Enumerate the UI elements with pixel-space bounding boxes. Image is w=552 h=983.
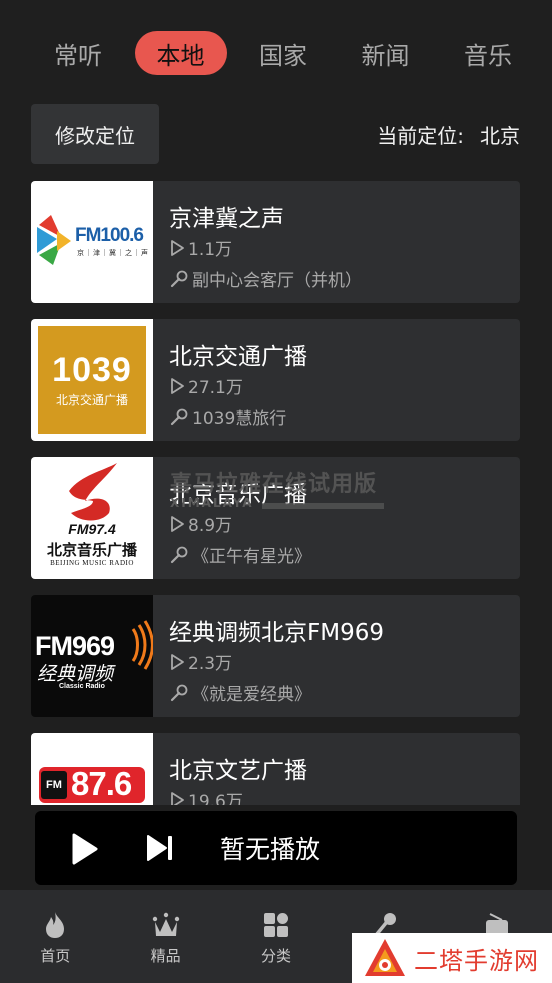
play-count: 27.1万 (169, 373, 243, 398)
microphone-icon (170, 408, 188, 425)
station-logo: 1039 北京交通广播 (31, 319, 153, 441)
logo-badge-text: FM (41, 771, 67, 799)
flame-icon (46, 912, 65, 938)
category-grid-icon (263, 913, 288, 937)
nav-label: 分类 (260, 947, 291, 965)
nav-premium[interactable]: 精品 (110, 890, 220, 983)
station-card[interactable]: FM 87.6 北京文艺广播 19.6万 (31, 733, 520, 805)
tab-music[interactable]: 音乐 (442, 31, 530, 75)
nav-label: 精品 (150, 947, 181, 965)
station-title: 京津冀之声 (169, 206, 284, 232)
play-count: 1.1万 (169, 235, 232, 260)
logo-sub-text: 北京交通广播 (55, 393, 128, 407)
location-row: 修改定位 当前定位: 北京 (31, 104, 520, 164)
host-line: 《就是爱经典》 (169, 680, 311, 705)
site-watermark-badge: 二塔手游网 (352, 933, 552, 983)
logo-main-text: 87.6 (71, 765, 132, 802)
skip-next-icon[interactable] (145, 833, 175, 863)
microphone-icon (170, 270, 188, 287)
category-tabs: 常听 本地 国家 新闻 音乐 (30, 30, 530, 76)
host-line: 1039慧旅行 (169, 404, 286, 429)
station-card[interactable]: FM969 经典调频 Classic Radio 经典调频北京FM969 2.3… (31, 595, 520, 717)
player-status: 暂无播放 (220, 835, 321, 864)
site-name: 二塔手游网 (414, 946, 539, 975)
mini-player[interactable]: 暂无播放 (35, 811, 517, 885)
logo-main-text: 1039 (52, 351, 132, 389)
nav-home[interactable]: 首页 (0, 890, 110, 983)
logo-sub-text: 经典调频 (37, 663, 114, 685)
logo-sub-text: 北京音乐广播 (46, 541, 137, 559)
station-list[interactable]: FM100.6 京｜津｜冀｜之｜声 京津冀之声 1.1万 副中心会客厅（并机） … (31, 181, 520, 805)
play-outline-icon (171, 791, 184, 805)
tab-local[interactable]: 本地 (134, 31, 227, 75)
crown-icon (152, 912, 179, 936)
site-logo-icon (365, 939, 405, 976)
play-count: 2.3万 (169, 649, 232, 674)
logo-sub-text: 京｜津｜冀｜之｜声 (77, 249, 149, 257)
tab-national[interactable]: 国家 (237, 31, 329, 75)
station-title: 经典调频北京FM969 (169, 620, 384, 646)
station-card[interactable]: FM100.6 京｜津｜冀｜之｜声 京津冀之声 1.1万 副中心会客厅（并机） (31, 181, 520, 303)
station-card[interactable]: 1039 北京交通广播 北京交通广播 27.1万 1039慧旅行 (31, 319, 520, 441)
logo-sub2-text: Classic Radio (59, 683, 105, 690)
play-icon[interactable] (65, 831, 101, 867)
station-title: 北京交通广播 (169, 344, 307, 370)
current-location-value: 北京 (480, 123, 520, 148)
logo-sub2-text: BEIJING MUSIC RADIO (50, 559, 134, 567)
station-card[interactable]: FM97.4 北京音乐广播 BEIJING MUSIC RADIO 北京音乐广播… (31, 457, 520, 579)
play-outline-icon (171, 239, 184, 256)
station-title: 北京音乐广播 (169, 482, 307, 508)
host-line: 副中心会客厅（并机） (169, 266, 362, 291)
current-location: 当前定位: 北京 (377, 104, 520, 164)
logo-main-text: FM100.6 (75, 225, 144, 246)
host-line: 《正午有星光》 (169, 542, 311, 567)
tab-frequent[interactable]: 常听 (30, 31, 124, 75)
microphone-icon (170, 546, 188, 563)
microphone-icon (170, 684, 188, 701)
logo-main-text: FM97.4 (68, 521, 116, 537)
station-logo: FM100.6 京｜津｜冀｜之｜声 (31, 181, 153, 303)
current-location-label: 当前定位: (377, 123, 464, 148)
station-logo: FM969 经典调频 Classic Radio (31, 595, 153, 717)
nav-category[interactable]: 分类 (221, 890, 331, 983)
play-count: 8.9万 (169, 511, 232, 536)
play-count: 19.6万 (169, 787, 243, 805)
station-logo: FM 87.6 (31, 733, 153, 805)
station-logo: FM97.4 北京音乐广播 BEIJING MUSIC RADIO (31, 457, 153, 579)
play-outline-icon (171, 653, 184, 670)
tab-news[interactable]: 新闻 (340, 31, 432, 75)
station-title: 北京文艺广播 (169, 758, 307, 784)
play-outline-icon (171, 377, 184, 394)
nav-label: 首页 (40, 947, 71, 965)
play-outline-icon (171, 515, 184, 532)
change-location-button[interactable]: 修改定位 (31, 104, 159, 164)
